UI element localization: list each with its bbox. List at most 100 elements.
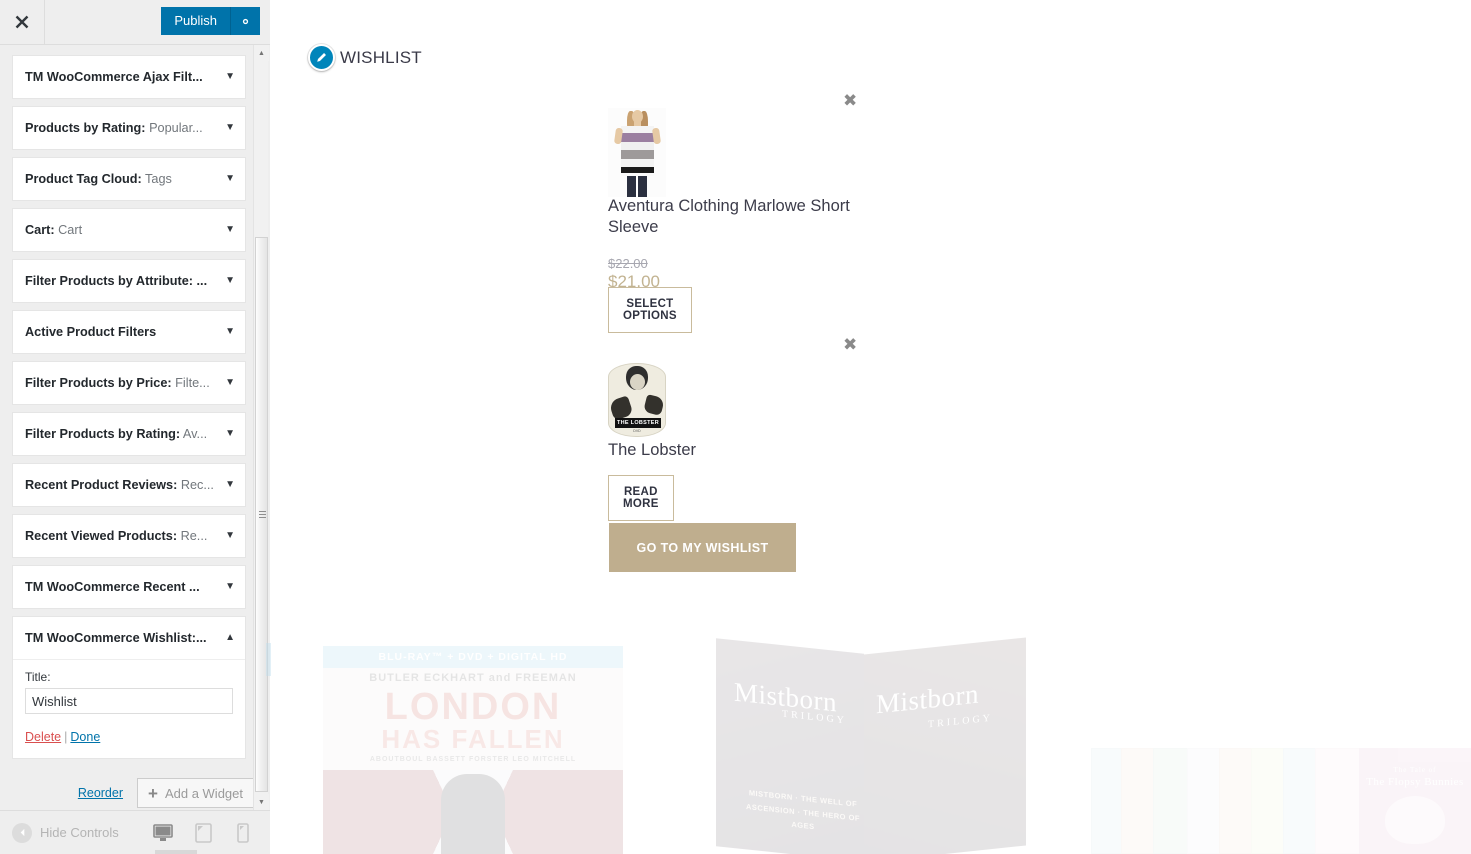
customizer-sidebar: Publish TM WooCommerce Ajax Filt... ▼ Prod… <box>0 0 288 854</box>
widget-header-0[interactable]: TM WooCommerce Ajax Filt... ▼ <box>13 56 245 98</box>
customizer-settings-button[interactable] <box>230 7 260 35</box>
title-field-label: Title: <box>25 670 51 684</box>
publish-group: Publish <box>161 7 260 35</box>
chevron-down-icon-2: ▼ <box>225 173 235 184</box>
london-figure-art <box>441 774 505 854</box>
widget-header-4[interactable]: Filter Products by Attribute: ... ▼ <box>13 260 245 302</box>
mistborn-title-right: Mistborn <box>876 678 980 720</box>
hide-controls-button[interactable]: Hide Controls <box>12 822 119 843</box>
gear-icon <box>242 18 249 24</box>
widget-header-11[interactable]: TM WooCommerce Wishlist:... ▲ <box>13 617 245 659</box>
widget-header-6[interactable]: Filter Products by Price: Filte... ▼ <box>13 362 245 404</box>
publish-button[interactable]: Publish <box>161 7 230 35</box>
chevron-down-icon-10: ▼ <box>225 581 235 592</box>
flopsy-illustration <box>1385 796 1445 844</box>
widget-instance-title-6: Filte... <box>171 376 210 390</box>
widget-title-1: Products by Rating: Popular... <box>25 121 203 135</box>
widget-header-3[interactable]: Cart: Cart ▼ <box>13 209 245 251</box>
chevron-down-icon-3: ▼ <box>225 224 235 235</box>
widget-footer-actions: Reorder + Add a Widget <box>0 766 270 810</box>
widget-1: Products by Rating: Popular... ▼ <box>12 106 246 150</box>
close-icon <box>15 15 29 29</box>
flopsy-line1: The Tale of <box>1393 766 1437 774</box>
scrollbar-up-arrow[interactable]: ▲ <box>254 45 269 61</box>
chevron-down-icon-6: ▼ <box>225 377 235 388</box>
pencil-icon <box>317 53 326 62</box>
widget-instance-title-2: Tags <box>141 172 172 186</box>
device-tablet-button[interactable] <box>188 818 218 848</box>
widget-0: TM WooCommerce Ajax Filt... ▼ <box>12 55 246 99</box>
widget-11: TM WooCommerce Wishlist:... ▲ Title: Delete… <box>12 616 246 759</box>
scrollbar-grip-icon <box>259 510 266 520</box>
device-preview-buttons <box>148 818 258 848</box>
widget-header-8[interactable]: Recent Product Reviews: Rec... ▼ <box>13 464 245 506</box>
chevron-down-icon-1: ▼ <box>225 122 235 133</box>
widget-header-7[interactable]: Filter Products by Rating: Av... ▼ <box>13 413 245 455</box>
chevron-down-icon-4: ▼ <box>225 275 235 286</box>
widget-9: Recent Viewed Products: Re... ▼ <box>12 514 246 558</box>
chevron-down-icon-5: ▼ <box>225 326 235 337</box>
widget-10: TM WooCommerce Recent ... ▼ <box>12 565 246 609</box>
scrollbar-thumb[interactable] <box>255 237 268 792</box>
device-mobile-button[interactable] <box>228 818 258 848</box>
scrollbar-down-arrow[interactable]: ▼ <box>254 794 269 810</box>
remove-item-1-button[interactable]: ✖ <box>843 93 857 110</box>
widget-header-9[interactable]: Recent Viewed Products: Re... ▼ <box>13 515 245 557</box>
product-name-1[interactable]: Aventura Clothing Marlowe Short Sleeve <box>608 196 853 237</box>
widget-header-5[interactable]: Active Product Filters ▼ <box>13 311 245 353</box>
widget-title-2: Product Tag Cloud: Tags <box>25 172 172 186</box>
product-regular-price-1: $22.00 <box>608 256 648 271</box>
widget-header-10[interactable]: TM WooCommerce Recent ... ▼ <box>13 566 245 608</box>
widget-list: TM WooCommerce Ajax Filt... ▼ Products by … <box>0 45 258 759</box>
chevron-down-icon-8: ▼ <box>225 479 235 490</box>
go-to-my-wishlist-button[interactable]: GO TO MY WISHLIST <box>609 523 796 572</box>
widget-instance-title-8: Rec... <box>177 478 214 492</box>
sidebar-scrollbar[interactable]: ▲ ▼ <box>253 45 269 810</box>
background-image-flopsy-bunnies: The Tale of The Flopsy Bunnies <box>1091 748 1471 854</box>
customizer-header: Publish <box>0 0 270 45</box>
add-widget-button[interactable]: + Add a Widget <box>137 778 258 808</box>
widget-instance-title-1: Popular... <box>145 121 203 135</box>
site-preview-frame[interactable]: BLU-RAY™ + DVD + DIGITAL HD BUTLER ECKHA… <box>271 0 1471 854</box>
widget-instance-title-3: Cart <box>54 223 83 237</box>
device-desktop-button[interactable] <box>148 818 178 848</box>
delete-widget-link[interactable]: Delete <box>25 730 61 744</box>
background-image-london-has-fallen: BLU-RAY™ + DVD + DIGITAL HD BUTLER ECKHA… <box>323 646 623 854</box>
widget-title-9: Recent Viewed Products: Re... <box>25 529 208 543</box>
chevron-down-icon-0: ▼ <box>225 71 235 82</box>
widget-6: Filter Products by Price: Filte... ▼ <box>12 361 246 405</box>
read-more-button-2[interactable]: READ MORE <box>608 475 674 521</box>
chevron-down-icon-9: ▼ <box>225 530 235 541</box>
widget-title-3: Cart: Cart <box>25 223 83 237</box>
collapse-arrow-icon <box>12 822 32 843</box>
widget-3: Cart: Cart ▼ <box>12 208 246 252</box>
reorder-link[interactable]: Reorder <box>78 786 123 800</box>
close-customizer-button[interactable] <box>0 0 45 44</box>
widget-header-2[interactable]: Product Tag Cloud: Tags ▼ <box>13 158 245 200</box>
widget-title-input[interactable] <box>25 688 233 714</box>
edit-shortcut-pencil-button[interactable] <box>308 44 335 71</box>
mistborn-title-left: Mistborn <box>734 676 838 718</box>
widget-header-1[interactable]: Products by Rating: Popular... ▼ <box>13 107 245 149</box>
done-widget-link[interactable]: Done <box>70 730 100 744</box>
mistborn-box-right <box>864 637 1026 854</box>
mistborn-blurb: MISTBORN · THE WELL OF ASCENSION · THE H… <box>745 788 860 832</box>
hide-controls-label: Hide Controls <box>40 825 119 840</box>
product-name-2[interactable]: The Lobster <box>608 440 853 461</box>
london-cast-top: BUTLER ECKHART and FREEMAN <box>369 672 577 684</box>
tablet-icon <box>194 822 212 843</box>
remove-item-2-button[interactable]: ✖ <box>843 337 857 354</box>
add-widget-label: Add a Widget <box>164 785 243 801</box>
select-options-button-1[interactable]: SELECT OPTIONS <box>608 287 692 333</box>
mistborn-box-left <box>716 638 864 854</box>
product-thumbnail-2[interactable]: THE LOBSTER DVD <box>608 363 666 437</box>
action-separator: | <box>64 730 68 744</box>
widget-scroll-region[interactable]: TM WooCommerce Ajax Filt... ▼ Products by … <box>0 45 270 810</box>
widget-title-11: TM WooCommerce Wishlist:... <box>25 631 207 645</box>
mistborn-subtitle-left: TRILOGY <box>782 708 847 727</box>
widget-title-8: Recent Product Reviews: Rec... <box>25 478 214 492</box>
widget-5: Active Product Filters ▼ <box>12 310 246 354</box>
active-device-underline <box>155 850 197 854</box>
product-thumbnail-1[interactable] <box>608 108 666 197</box>
widget-instance-title-9: Re... <box>177 529 208 543</box>
